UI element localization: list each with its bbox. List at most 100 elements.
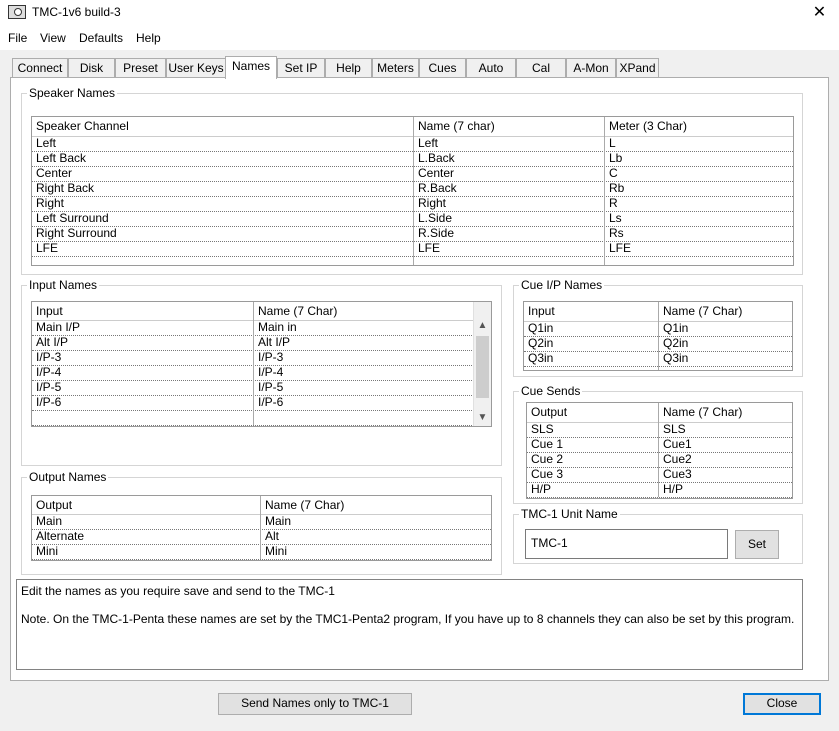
meter-cell[interactable]: Ls bbox=[604, 211, 793, 226]
table-row[interactable]: Left Left L bbox=[32, 136, 793, 152]
table-row[interactable]: Alt I/P Alt I/P bbox=[32, 335, 474, 351]
speaker-name-cell[interactable]: L.Side bbox=[413, 211, 604, 226]
speaker-name-cell[interactable]: R.Side bbox=[413, 226, 604, 241]
cue-input-name-cell[interactable] bbox=[658, 366, 792, 370]
window-close-icon[interactable]: ✕ bbox=[800, 0, 839, 28]
speaker-channel-cell[interactable]: Left bbox=[32, 136, 413, 151]
table-row[interactable]: LFE LFE LFE bbox=[32, 241, 793, 257]
output-name-cell[interactable]: Alt bbox=[260, 529, 491, 544]
tab-cal[interactable]: Cal bbox=[516, 58, 566, 78]
speaker-name-cell[interactable]: Left bbox=[413, 136, 604, 151]
tab-a-mon[interactable]: A-Mon bbox=[566, 58, 616, 78]
speaker-channel-cell[interactable]: Center bbox=[32, 166, 413, 181]
cue-input-name-cell[interactable]: Q1in bbox=[658, 321, 792, 336]
tab-help[interactable]: Help bbox=[325, 58, 372, 78]
meter-cell[interactable]: Lb bbox=[604, 151, 793, 166]
table-row-empty[interactable] bbox=[524, 366, 792, 370]
output-names-grid[interactable]: Output Name (7 Char) Main Main Alternate… bbox=[31, 495, 492, 561]
cue-send-cell[interactable]: SLS bbox=[527, 422, 658, 437]
table-row[interactable]: Cue 1 Cue1 bbox=[527, 437, 792, 453]
input-name-cell[interactable]: I/P-3 bbox=[253, 350, 476, 365]
table-row[interactable]: H/P H/P bbox=[527, 482, 792, 498]
table-row[interactable]: Right Surround R.Side Rs bbox=[32, 226, 793, 242]
column-header[interactable]: Meter (3 Char) bbox=[604, 117, 793, 136]
cue-send-cell[interactable]: Cue 3 bbox=[527, 467, 658, 482]
cue-send-cell[interactable]: Cue 2 bbox=[527, 452, 658, 467]
input-name-cell[interactable]: Main in bbox=[253, 320, 476, 335]
column-header[interactable]: Input bbox=[524, 302, 658, 321]
tab-xpand[interactable]: XPand bbox=[616, 58, 659, 78]
output-cell[interactable]: Main bbox=[32, 514, 260, 529]
table-row[interactable]: Q1in Q1in bbox=[524, 321, 792, 337]
table-row[interactable]: Q3in Q3in bbox=[524, 351, 792, 367]
tab-set-ip[interactable]: Set IP bbox=[277, 58, 325, 78]
speaker-channel-cell[interactable]: LFE bbox=[32, 241, 413, 256]
send-names-button[interactable]: Send Names only to TMC-1 bbox=[218, 693, 412, 715]
close-button[interactable]: Close bbox=[743, 693, 821, 715]
speaker-channel-cell[interactable]: Left Surround bbox=[32, 211, 413, 226]
table-row-empty[interactable] bbox=[32, 410, 474, 426]
column-header[interactable]: Speaker Channel bbox=[32, 117, 413, 136]
input-cell[interactable]: I/P-5 bbox=[32, 380, 253, 395]
cue-send-name-cell[interactable]: Cue2 bbox=[658, 452, 792, 467]
table-row[interactable]: I/P-3 I/P-3 bbox=[32, 350, 474, 366]
column-header[interactable]: Name (7 Char) bbox=[658, 302, 792, 321]
tab-meters[interactable]: Meters bbox=[372, 58, 419, 78]
cue-input-name-cell[interactable]: Q2in bbox=[658, 336, 792, 351]
input-cell[interactable] bbox=[32, 410, 253, 425]
cue-ip-names-grid[interactable]: Input Name (7 Char) Q1in Q1in Q2in Q2in … bbox=[523, 301, 793, 371]
speaker-names-grid[interactable]: Speaker Channel Name (7 char) Meter (3 C… bbox=[31, 116, 794, 266]
output-name-cell[interactable]: Main bbox=[260, 514, 491, 529]
cue-send-name-cell[interactable]: Cue3 bbox=[658, 467, 792, 482]
column-header[interactable]: Input bbox=[32, 302, 253, 320]
input-names-scrollbar[interactable]: ▲ ▼ bbox=[473, 302, 491, 426]
meter-cell[interactable]: C bbox=[604, 166, 793, 181]
cue-send-cell[interactable]: Cue 1 bbox=[527, 437, 658, 452]
input-cell[interactable]: I/P-4 bbox=[32, 365, 253, 380]
scroll-down-arrow-icon[interactable]: ▼ bbox=[474, 412, 491, 423]
input-cell[interactable]: Main I/P bbox=[32, 320, 253, 335]
table-row[interactable]: I/P-4 I/P-4 bbox=[32, 365, 474, 381]
input-name-cell[interactable]: I/P-5 bbox=[253, 380, 476, 395]
input-name-cell[interactable] bbox=[253, 410, 476, 425]
table-row[interactable]: Main I/P Main in bbox=[32, 320, 474, 336]
speaker-name-cell[interactable] bbox=[413, 256, 604, 265]
table-row[interactable]: Cue 3 Cue3 bbox=[527, 467, 792, 483]
speaker-channel-cell[interactable]: Right Surround bbox=[32, 226, 413, 241]
column-header[interactable]: Name (7 Char) bbox=[260, 496, 491, 514]
cue-input-cell[interactable] bbox=[524, 366, 658, 370]
table-row[interactable]: SLS SLS bbox=[527, 422, 792, 438]
meter-cell[interactable] bbox=[604, 256, 793, 265]
meter-cell[interactable]: L bbox=[604, 136, 793, 151]
output-cell[interactable]: Alternate bbox=[32, 529, 260, 544]
unit-name-input[interactable]: TMC-1 bbox=[525, 529, 728, 559]
input-cell[interactable]: Alt I/P bbox=[32, 335, 253, 350]
scroll-up-arrow-icon[interactable]: ▲ bbox=[474, 320, 491, 331]
input-name-cell[interactable]: I/P-4 bbox=[253, 365, 476, 380]
notes-textarea[interactable]: Edit the names as you require save and s… bbox=[16, 579, 803, 670]
column-header[interactable]: Name (7 Char) bbox=[253, 302, 476, 320]
column-header[interactable]: Output bbox=[32, 496, 260, 514]
speaker-name-cell[interactable]: L.Back bbox=[413, 151, 604, 166]
meter-cell[interactable]: Rs bbox=[604, 226, 793, 241]
speaker-channel-cell[interactable]: Right bbox=[32, 196, 413, 211]
speaker-channel-cell[interactable]: Right Back bbox=[32, 181, 413, 196]
input-cell[interactable]: I/P-6 bbox=[32, 395, 253, 410]
column-header[interactable]: Output bbox=[527, 403, 658, 422]
tab-user-keys[interactable]: User Keys bbox=[166, 58, 226, 78]
meter-cell[interactable]: Rb bbox=[604, 181, 793, 196]
tab-auto[interactable]: Auto bbox=[466, 58, 516, 78]
input-names-grid[interactable]: Input Name (7 Char) Main I/P Main in Alt… bbox=[31, 301, 492, 427]
speaker-name-cell[interactable]: R.Back bbox=[413, 181, 604, 196]
speaker-name-cell[interactable]: Right bbox=[413, 196, 604, 211]
meter-cell[interactable]: R bbox=[604, 196, 793, 211]
table-row[interactable]: Cue 2 Cue2 bbox=[527, 452, 792, 468]
cue-input-cell[interactable]: Q2in bbox=[524, 336, 658, 351]
tab-preset[interactable]: Preset bbox=[115, 58, 166, 78]
meter-cell[interactable]: LFE bbox=[604, 241, 793, 256]
cue-send-name-cell[interactable]: H/P bbox=[658, 482, 792, 497]
table-row[interactable]: Alternate Alt bbox=[32, 529, 491, 545]
tab-names[interactable]: Names bbox=[225, 56, 277, 79]
speaker-name-cell[interactable]: LFE bbox=[413, 241, 604, 256]
cue-sends-grid[interactable]: Output Name (7 Char) SLS SLS Cue 1 Cue1 … bbox=[526, 402, 793, 499]
